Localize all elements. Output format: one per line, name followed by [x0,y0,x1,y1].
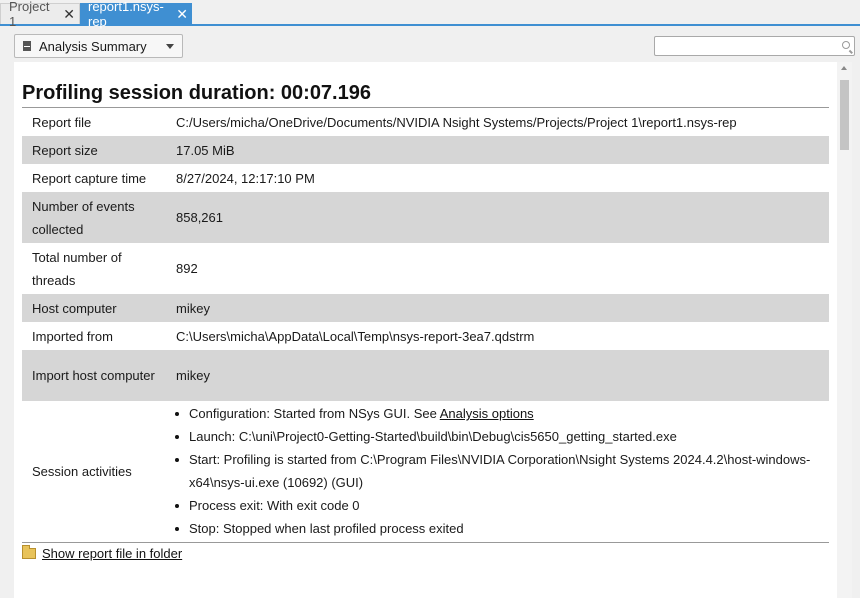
row-value: mikey [165,294,829,322]
tab-project-1[interactable]: Project 1 ✕ [0,0,80,29]
activity-text: Configuration: Started from NSys GUI. Se… [189,406,440,421]
table-row: Total number of threads 892 [22,243,829,294]
activity-text: Start: Profiling is started from C:\Prog… [189,452,811,490]
footer-divider [22,542,829,543]
table-row: Report file C:/Users/micha/OneDrive/Docu… [22,108,829,136]
list-item: Configuration: Started from NSys GUI. Se… [169,402,829,425]
table-row: Number of events collected 858,261 [22,192,829,243]
list-item: Launch: C:\uni\Project0-Getting-Started\… [169,425,829,448]
show-in-folder[interactable]: Show report file in folder [22,545,182,561]
summary-table: Report file C:/Users/micha/OneDrive/Docu… [22,108,829,541]
document-icon [23,41,31,51]
tab-report1[interactable]: report1.nsys-rep ✕ [80,0,192,29]
tab-label: Project 1 [9,0,50,29]
scroll-up-icon[interactable] [841,66,847,70]
row-value: 858,261 [165,192,829,243]
session-activities-list-cell: Configuration: Started from NSys GUI. Se… [165,401,829,541]
tab-label: report1.nsys-rep [88,0,164,29]
analysis-summary-panel: Profiling session duration: 00:07.196 Re… [14,62,852,598]
row-key: Imported from [32,328,113,344]
close-icon[interactable]: ✕ [176,7,188,21]
row-key: Report capture time [32,170,147,186]
table-row: Imported from C:\Users\micha\AppData\Loc… [22,322,829,350]
list-item: Start: Profiling is started from C:\Prog… [169,448,829,494]
row-value: mikey [165,350,829,401]
row-value: 892 [176,261,198,276]
row-value: C:/Users/micha/OneDrive/Documents/NVIDIA… [176,114,737,130]
table-row: Report size 17.05 MiB [22,136,829,164]
close-icon[interactable]: ✕ [63,7,75,21]
table-row: Report capture time 8/27/2024, 12:17:10 … [22,164,829,192]
row-key: Total number of threads [32,249,122,288]
scrollbar-thumb[interactable] [840,80,849,150]
show-report-file-in-folder-link[interactable]: Show report file in folder [42,546,182,561]
row-value: 17.05 MiB [165,136,829,164]
row-key: Host computer [22,294,165,322]
search-icon [842,41,850,49]
view-selector-dropdown[interactable]: Analysis Summary [14,34,183,58]
activity-text: Process exit: With exit code 0 [189,498,360,513]
list-item: Process exit: With exit code 0 [169,494,829,517]
session-activities-list: Configuration: Started from NSys GUI. Se… [165,402,829,540]
vertical-scrollbar[interactable] [837,62,852,598]
list-item: Stop: Stopped when last profiled process… [169,517,829,540]
row-key: Report size [22,136,165,164]
tab-bar: Project 1 ✕ report1.nsys-rep ✕ [0,0,860,29]
activity-text: Stop: Stopped when last profiled process… [189,521,464,536]
row-value: C:\Users\micha\AppData\Local\Temp\nsys-r… [176,328,535,344]
analysis-options-link[interactable]: Analysis options [440,406,534,421]
table-row-session-activities: Session activities Configuration: Starte… [22,401,829,541]
table-row: Host computer mikey [22,294,829,322]
chevron-down-icon [166,44,174,49]
search-input[interactable] [654,36,855,56]
row-key: Number of events collected [22,192,165,243]
row-key: Report file [32,114,92,130]
row-key: Session activities [32,463,132,479]
table-row: Import host computer mikey [22,350,829,401]
folder-icon [22,545,36,559]
row-value: 8/27/2024, 12:17:10 PM [176,170,315,186]
page-title: Profiling session duration: 00:07.196 [22,82,371,104]
activity-text: Launch: C:\uni\Project0-Getting-Started\… [189,429,677,444]
view-selector-label: Analysis Summary [39,38,147,54]
row-key: Import host computer [22,350,165,401]
